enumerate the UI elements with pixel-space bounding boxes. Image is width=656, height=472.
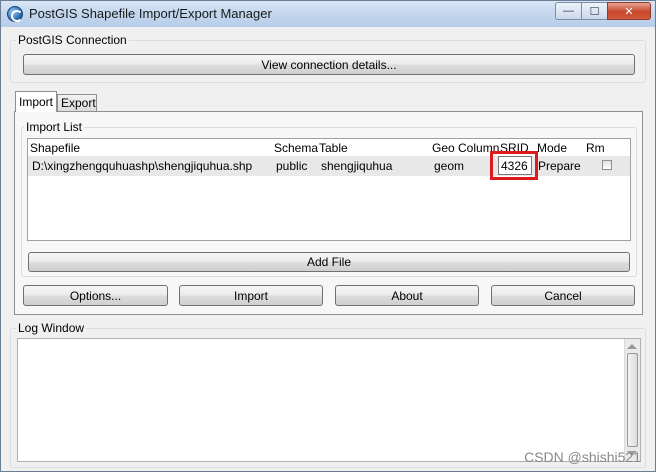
- shapefile-path-cell: D:\xingzhengquhuashp\shengjiquhua.shp: [32, 159, 253, 173]
- geo-column-cell[interactable]: geom: [434, 159, 464, 173]
- options-button[interactable]: Options...: [23, 285, 168, 306]
- import-button[interactable]: Import: [179, 285, 323, 306]
- window-title: PostGIS Shapefile Import/Export Manager: [29, 6, 272, 21]
- window-controls: — ☐ ✕: [555, 2, 651, 20]
- tab-export[interactable]: Export: [57, 94, 97, 111]
- scrollbar-thumb[interactable]: [627, 353, 638, 447]
- srid-input[interactable]: 4326: [498, 156, 532, 175]
- cancel-button[interactable]: Cancel: [491, 285, 635, 306]
- rm-checkbox[interactable]: [602, 160, 612, 170]
- column-header-mode[interactable]: Mode: [537, 141, 567, 155]
- column-header-shapefile[interactable]: Shapefile: [30, 141, 80, 155]
- table-name-cell[interactable]: shengjiquhua: [321, 159, 392, 173]
- column-header-rm[interactable]: Rm: [586, 141, 605, 155]
- connection-legend: PostGIS Connection: [16, 33, 129, 47]
- column-header-table[interactable]: Table: [319, 141, 348, 155]
- log-text-area[interactable]: [17, 338, 641, 462]
- column-header-geo-column[interactable]: Geo Column: [432, 141, 499, 155]
- column-header-srid[interactable]: SRID: [500, 141, 529, 155]
- log-scrollbar[interactable]: [624, 339, 640, 461]
- title-bar[interactable]: PostGIS Shapefile Import/Export Manager …: [1, 1, 655, 27]
- tab-import[interactable]: Import: [15, 91, 57, 112]
- scroll-up-icon[interactable]: [627, 344, 637, 349]
- mode-cell[interactable]: Prepare: [538, 159, 581, 173]
- postgis-app-icon: [7, 6, 23, 22]
- view-connection-button[interactable]: View connection details...: [23, 54, 635, 75]
- main-window: PostGIS Shapefile Import/Export Manager …: [0, 0, 656, 472]
- add-file-button[interactable]: Add File: [28, 252, 630, 272]
- minimize-button[interactable]: —: [555, 2, 581, 20]
- schema-cell[interactable]: public: [276, 159, 307, 173]
- table-header: Shapefile Schema Table Geo Column SRID M…: [28, 139, 630, 155]
- close-button[interactable]: ✕: [607, 2, 651, 20]
- import-list-table[interactable]: Shapefile Schema Table Geo Column SRID M…: [27, 138, 631, 241]
- import-list-legend: Import List: [24, 120, 85, 134]
- maximize-button[interactable]: ☐: [581, 2, 607, 20]
- column-header-schema[interactable]: Schema: [274, 141, 318, 155]
- log-window-legend: Log Window: [16, 321, 87, 335]
- about-button[interactable]: About: [335, 285, 479, 306]
- table-row[interactable]: D:\xingzhengquhuashp\shengjiquhua.shp pu…: [28, 151, 630, 180]
- watermark-text: CSDN @shishi521: [524, 449, 641, 465]
